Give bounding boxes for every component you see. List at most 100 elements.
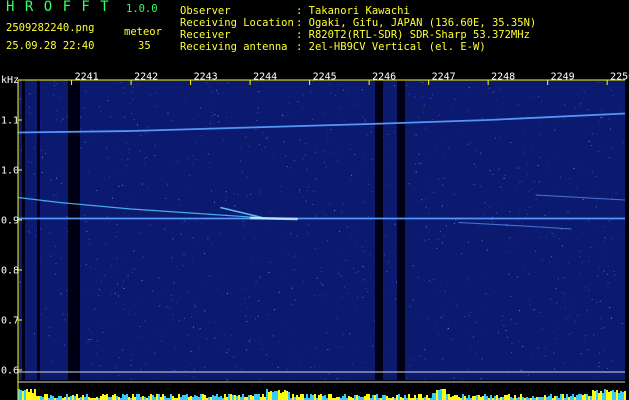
noise-dot [88,328,90,330]
noise-dot [144,158,145,160]
noise-dot [95,268,97,270]
noise-dot [236,265,238,267]
noise-dot [598,268,600,269]
level-bar [292,394,294,400]
noise-dot [214,114,216,115]
noise-dot [124,212,126,214]
level-bar [186,394,188,400]
noise-dot [574,321,576,323]
noise-dot [415,134,417,136]
noise-dot [328,118,330,120]
noise-dot [132,99,134,100]
noise-dot [261,148,263,150]
noise-dot [353,105,355,107]
noise-dot [34,126,36,128]
noise-dot [441,372,443,374]
noise-dot [151,191,153,193]
noise-dot [85,221,87,223]
level-bar [514,395,516,400]
noise-dot [339,346,341,348]
noise-dot [123,288,125,289]
noise-dot [299,139,301,141]
level-bar [588,396,590,400]
noise-dot [250,338,251,340]
noise-dot [199,107,201,109]
noise-dot [279,301,281,303]
noise-dot [469,311,471,313]
noise-dot [216,151,218,153]
noise-dot [33,173,35,175]
noise-dot [516,276,518,278]
noise-dot [84,214,86,216]
spectrogram-plot: kHz 2241 2242 2243 2244 2245 2246 2247 2248 2249… [0,72,629,400]
noise-dot [569,267,571,269]
noise-dot [522,346,524,347]
noise-dot [226,117,228,119]
noise-dot [279,138,281,140]
noise-dot [483,83,485,85]
noise-dot [248,296,250,298]
noise-dot [503,287,505,289]
noise-dot [544,214,546,216]
level-bar [426,395,428,400]
noise-dot [144,164,146,166]
noise-dot [493,91,495,93]
noise-dot [150,221,152,223]
noise-dot [508,372,510,374]
noise-dot [114,175,116,177]
level-bar [232,395,234,400]
noise-dot [423,279,425,281]
noise-dot [464,263,466,265]
noise-dot [567,126,569,128]
noise-dot [607,265,609,267]
noise-dot [204,318,205,319]
noise-dot [240,116,242,118]
noise-dot [302,158,304,160]
noise-dot [270,118,272,120]
noise-dot [143,256,145,258]
noise-dot [383,357,385,359]
noise-dot [246,362,248,364]
noise-dot [98,106,100,108]
level-bar [578,394,580,400]
level-bar [28,392,30,400]
noise-dot [585,286,587,288]
noise-dot [488,87,490,89]
noise-dot [560,176,562,178]
noise-dot [599,300,601,302]
noise-dot [315,346,316,348]
noise-dot [529,301,531,303]
noise-dot [598,366,600,368]
noise-dot [424,239,426,241]
noise-dot [33,91,35,93]
noise-dot [145,132,147,134]
level-bar [374,395,376,400]
noise-dot [290,167,292,169]
noise-dot [283,266,285,268]
noise-dot [508,273,510,275]
noise-dot [287,275,289,276]
noise-dot [563,277,565,279]
noise-dot [351,143,353,145]
noise-dot [166,155,168,157]
time-tick-label: 2241 [75,72,99,83]
noise-dot [395,298,396,300]
noise-dot [236,314,238,316]
noise-dot [593,334,595,336]
noise-dot [362,266,364,268]
noise-dot [363,279,364,281]
noise-dot [510,142,512,143]
noise-dot [582,199,584,200]
noise-dot [242,338,244,340]
noise-dot [45,304,47,306]
noise-dot [581,165,583,167]
noise-dot [104,178,106,180]
noise-dot [414,359,416,361]
level-bar [446,394,448,400]
noise-dot [328,203,330,205]
noise-dot [107,100,109,102]
noise-dot [211,115,213,117]
noise-dot [538,181,540,183]
noise-dot [580,250,582,252]
noise-dot [310,158,312,160]
